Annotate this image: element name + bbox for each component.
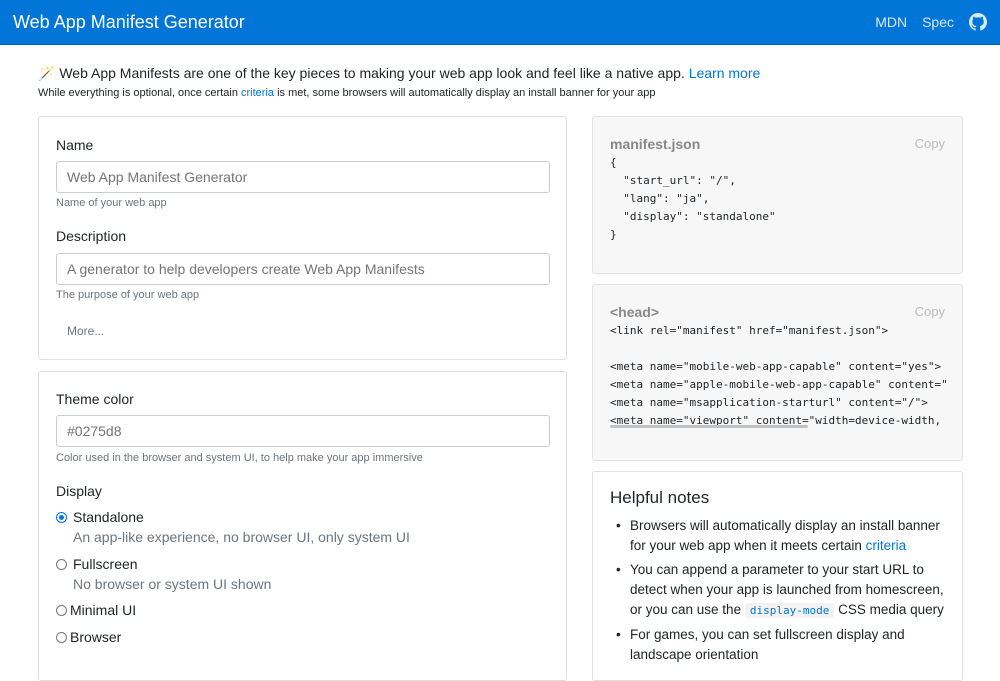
list-item: Browsers will automatically display an i… [610,516,950,556]
head-code-card: <head> Copy <link rel="manifest" href="m… [592,284,963,461]
description-help: The purpose of your web app [56,289,200,301]
theme-color-input[interactable] [56,415,550,447]
intro-description: Web App Manifests are one of the key pie… [59,65,685,81]
magic-wand-icon: 🪄 [38,65,56,81]
head-code: <link rel="manifest" href="manifest.json… [610,324,947,427]
spec-link[interactable]: Spec [922,14,954,30]
notes-list: Browsers will automatically display an i… [610,516,950,669]
theme-color-label: Theme color [56,391,134,407]
more-button[interactable]: More... [67,324,104,338]
radio-standalone-label[interactable]: Standalone [73,509,144,525]
radio-standalone[interactable]: Standalone [56,509,144,525]
radio-checked-icon[interactable] [56,511,67,523]
note-3-text: For games, you can set fullscreen displa… [630,627,905,662]
fullscreen-desc: No browser or system UI shown [73,576,272,592]
display-label: Display [56,483,102,499]
standalone-desc: An app-like experience, no browser UI, o… [73,529,410,545]
top-navbar: Web App Manifest Generator MDN Spec [0,0,1000,45]
radio-fullscreen-label[interactable]: Fullscreen [73,556,138,572]
radio-browser-label[interactable]: Browser [70,629,121,645]
radio-unchecked-icon[interactable] [56,604,67,616]
theme-color-help: Color used in the browser and system UI,… [56,452,423,464]
list-item: You can append a parameter to your start… [610,560,950,621]
radio-unchecked-icon[interactable] [56,558,67,570]
radio-unchecked-icon[interactable] [56,631,67,643]
horizontal-scrollbar[interactable] [610,425,808,428]
radio-fullscreen[interactable]: Fullscreen [56,556,138,572]
intro-subtext: While everything is optional, once certa… [38,87,958,99]
radio-minimal-ui[interactable]: Minimal UI [56,602,136,618]
radio-browser[interactable]: Browser [56,629,121,645]
basic-info-card: Name Name of your web app Description Th… [38,116,567,360]
github-icon[interactable] [969,13,987,31]
manifest-title: manifest.json [610,136,701,152]
learn-more-link[interactable]: Learn more [689,65,761,81]
criteria-link[interactable]: criteria [866,538,907,553]
appearance-card: Theme color Color used in the browser an… [38,371,567,681]
list-item: For games, you can set fullscreen displa… [610,625,950,665]
manifest-json-card: manifest.json Copy { "start_url": "/", "… [592,116,963,274]
description-input[interactable] [56,253,550,285]
display-mode-code: display-mode [744,603,835,618]
radio-minimal-ui-label[interactable]: Minimal UI [70,602,136,618]
copy-head-button[interactable]: Copy [915,304,945,319]
name-help: Name of your web app [56,197,167,209]
helpful-notes-card: Helpful notes Browsers will automaticall… [592,471,963,681]
intro-text: 🪄 Web App Manifests are one of the key p… [38,63,958,83]
intro-sub-before: While everything is optional, once certa… [38,87,238,99]
manifest-code: { "start_url": "/", "lang": "ja", "displ… [610,156,776,241]
name-input[interactable] [56,161,550,193]
intro: 🪄 Web App Manifests are one of the key p… [38,63,958,99]
copy-manifest-button[interactable]: Copy [915,136,945,151]
note-2-after: CSS media query [838,602,944,617]
notes-title: Helpful notes [610,488,710,507]
criteria-link[interactable]: criteria [241,87,274,99]
name-label: Name [56,137,94,153]
head-title: <head> [610,304,660,320]
description-label: Description [56,228,127,244]
app-title[interactable]: Web App Manifest Generator [13,12,860,33]
intro-sub-after: is met, some browsers will automatically… [277,87,656,99]
mdn-link[interactable]: MDN [875,14,907,30]
